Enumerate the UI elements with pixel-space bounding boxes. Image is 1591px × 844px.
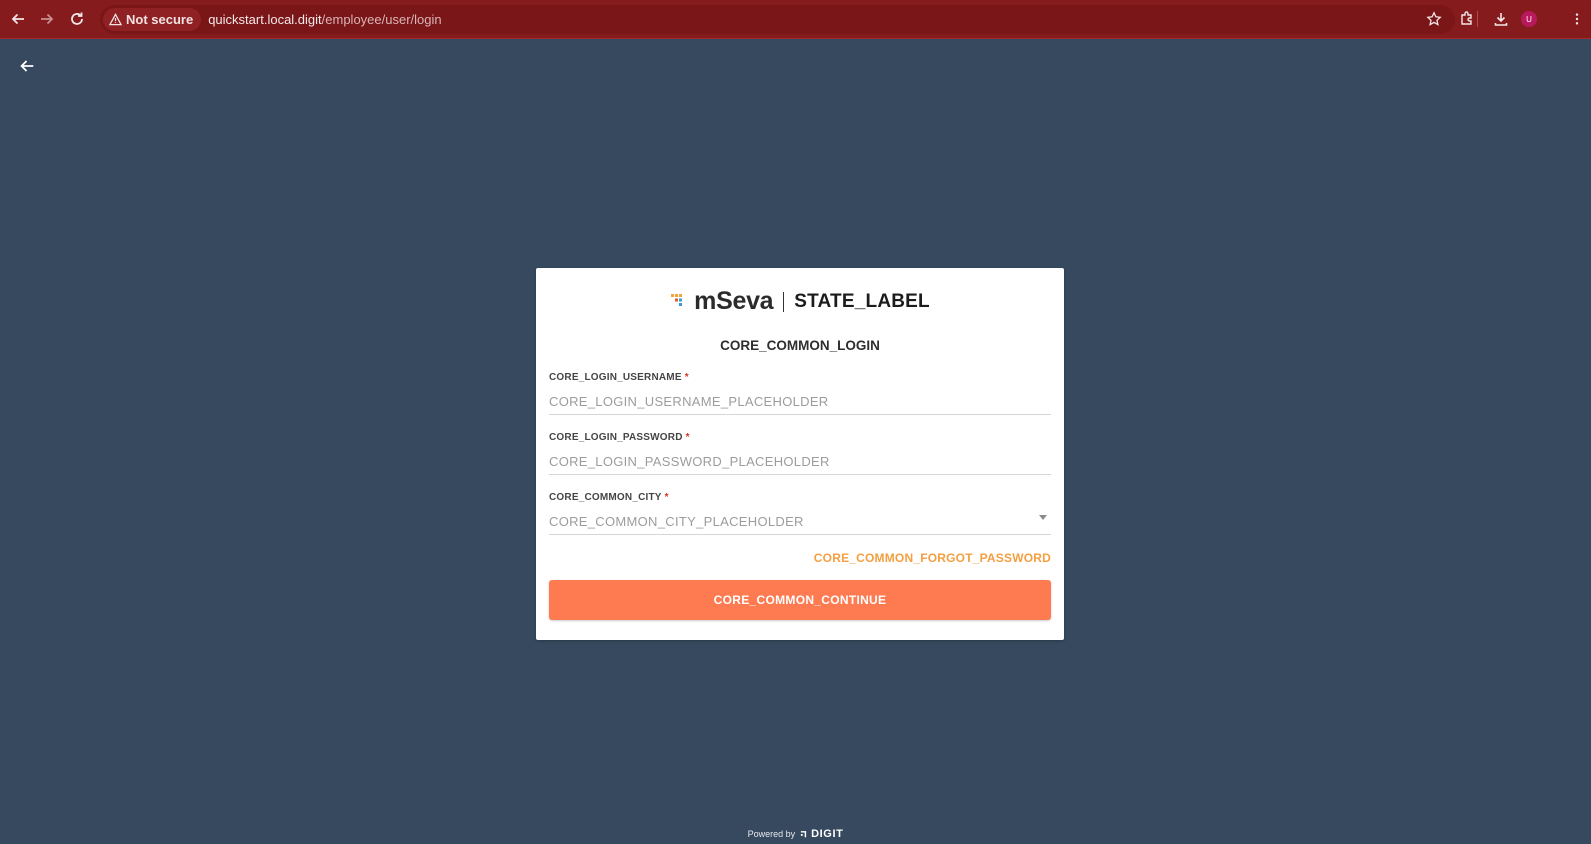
menu-icon bbox=[1575, 13, 1579, 25]
brand-header: mSeva STATE_LABEL bbox=[536, 287, 1064, 316]
warning-icon bbox=[109, 13, 122, 26]
extensions-icon bbox=[1461, 11, 1472, 25]
mseva-logo-icon bbox=[671, 293, 683, 306]
continue-button[interactable]: CORE_COMMON_CONTINUE bbox=[549, 580, 1051, 620]
digit-text: DIGIT bbox=[811, 828, 844, 840]
password-field: CORE_LOGIN_PASSWORD * bbox=[549, 432, 1051, 475]
username-label: CORE_LOGIN_USERNAME * bbox=[549, 372, 1051, 383]
state-label: STATE_LABEL bbox=[794, 290, 930, 312]
address-bar[interactable]: Not secure quickstart.local.digit/employ… bbox=[100, 5, 1455, 34]
back-arrow-icon bbox=[11, 13, 24, 25]
city-label-text: CORE_COMMON_CITY bbox=[549, 492, 662, 503]
download-icon bbox=[1494, 13, 1508, 26]
required-marker: * bbox=[684, 372, 689, 383]
forgot-password-link[interactable]: CORE_COMMON_FORGOT_PASSWORD bbox=[814, 551, 1051, 565]
browser-back-button[interactable] bbox=[8, 9, 28, 29]
chevron-down-icon[interactable] bbox=[1039, 515, 1047, 520]
brand-separator bbox=[783, 291, 785, 312]
url-path: /employee/user/login bbox=[321, 12, 442, 27]
digit-logo: DIGIT bbox=[800, 828, 843, 840]
login-card: mSeva STATE_LABEL CORE_COMMON_LOGIN CORE… bbox=[536, 268, 1064, 640]
city-field: CORE_COMMON_CITY * bbox=[549, 492, 1051, 535]
bookmark-button[interactable] bbox=[1424, 9, 1444, 29]
reload-icon bbox=[71, 12, 83, 25]
security-label: Not secure bbox=[126, 12, 194, 27]
powered-by-text: Powered by bbox=[747, 829, 796, 839]
url-text[interactable]: quickstart.local.digit/employee/user/log… bbox=[208, 12, 441, 27]
username-label-text: CORE_LOGIN_USERNAME bbox=[549, 372, 682, 383]
username-input[interactable] bbox=[549, 388, 1051, 415]
download-button[interactable] bbox=[1491, 9, 1511, 29]
profile-avatar[interactable]: U bbox=[1521, 11, 1537, 27]
extensions-button[interactable] bbox=[1457, 9, 1477, 29]
back-arrow-icon bbox=[20, 60, 34, 72]
forward-arrow-icon bbox=[41, 13, 54, 25]
required-marker: * bbox=[685, 432, 690, 443]
browser-reload-button[interactable] bbox=[67, 9, 87, 29]
brand-name: mSeva bbox=[694, 287, 774, 315]
password-label-text: CORE_LOGIN_PASSWORD bbox=[549, 432, 683, 443]
browser-menu-button[interactable] bbox=[1570, 9, 1584, 29]
powered-by-footer: Powered by DIGIT bbox=[0, 828, 1591, 840]
star-icon bbox=[1426, 11, 1442, 26]
toolbar-divider bbox=[1477, 11, 1478, 27]
password-label: CORE_LOGIN_PASSWORD * bbox=[549, 432, 1051, 443]
digit-mark-icon bbox=[800, 830, 807, 837]
city-label: CORE_COMMON_CITY * bbox=[549, 492, 1051, 503]
city-select[interactable] bbox=[549, 503, 1051, 535]
browser-forward-button[interactable] bbox=[37, 9, 57, 29]
url-host: quickstart.local.digit bbox=[208, 12, 322, 27]
required-marker: * bbox=[664, 492, 669, 503]
page-back-button[interactable] bbox=[16, 55, 38, 77]
browser-toolbar: Not secure quickstart.local.digit/employ… bbox=[0, 0, 1591, 39]
security-indicator[interactable]: Not secure bbox=[103, 8, 202, 31]
username-field: CORE_LOGIN_USERNAME * bbox=[549, 372, 1051, 415]
city-input[interactable] bbox=[549, 508, 1051, 535]
password-input[interactable] bbox=[549, 448, 1051, 475]
login-title: CORE_COMMON_LOGIN bbox=[720, 338, 880, 353]
